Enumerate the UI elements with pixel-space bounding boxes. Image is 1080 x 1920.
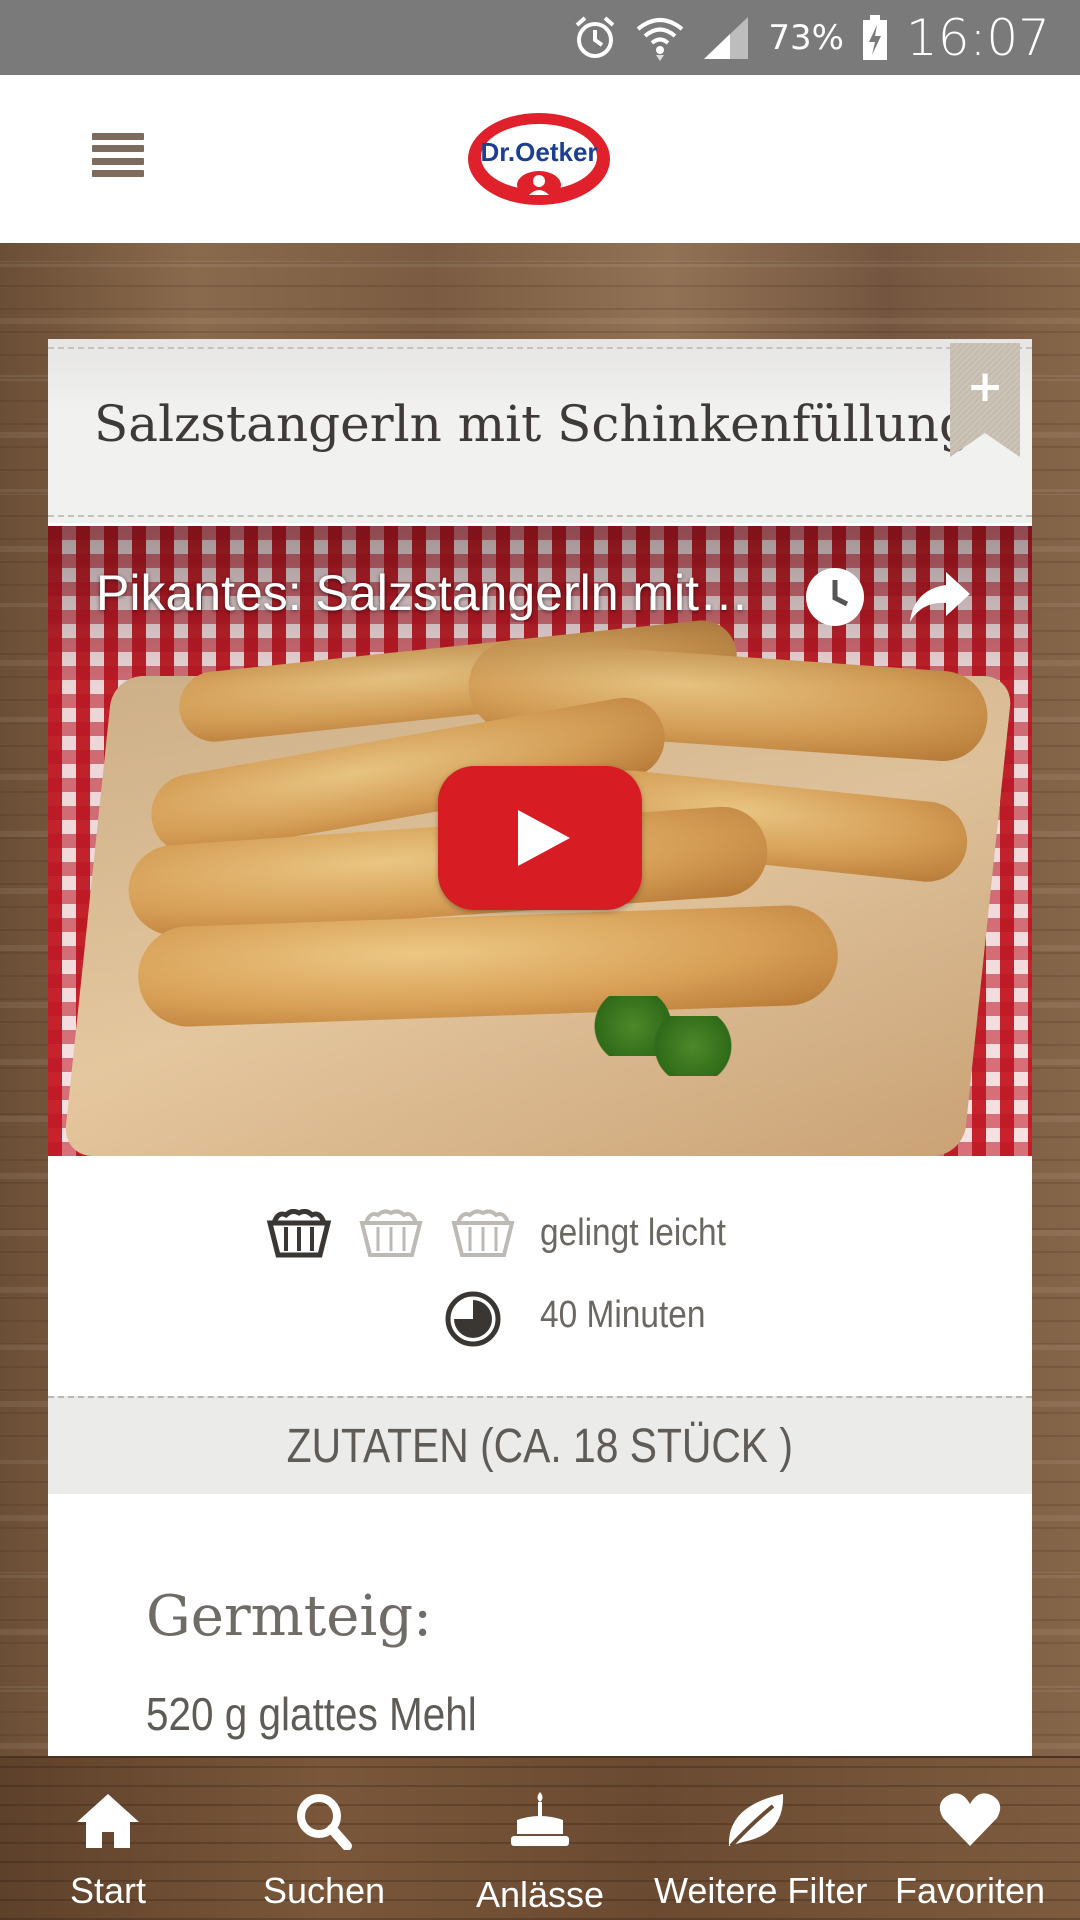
difficulty-rating (264, 1204, 540, 1264)
heart-icon (939, 1793, 1001, 1846)
nav-suchen[interactable]: Suchen (236, 1758, 412, 1920)
nav-anlaesse[interactable]: Anlässe (452, 1758, 628, 1920)
status-bar: 73% 16:07 (0, 0, 1080, 75)
svg-text:Dr.Oetker: Dr.Oetker (480, 137, 597, 167)
nav-anlaesse-label: Anlässe (475, 1874, 605, 1915)
recipe-info: gelingt leicht 40 Minuten (48, 1156, 1032, 1396)
home-icon (77, 1794, 139, 1848)
difficulty-label: gelingt leicht (540, 1212, 726, 1254)
divider (48, 515, 1032, 517)
nav-favoriten[interactable]: Favoriten (880, 1758, 1060, 1920)
battery-percent: 73% (768, 17, 844, 58)
play-icon (518, 810, 570, 866)
watch-later-clock-icon[interactable] (804, 566, 866, 628)
wifi-icon (636, 13, 684, 63)
cake-mold-icon-empty (359, 1209, 423, 1257)
plus-icon: + (966, 361, 1004, 412)
app-header: Dr.Oetker (0, 75, 1080, 243)
nav-start-label: Start (69, 1870, 147, 1911)
leaf-icon (728, 1794, 784, 1848)
ingredient-item: 520 g glattes Mehl (146, 1688, 477, 1740)
hamburger-menu-icon[interactable] (92, 133, 144, 177)
nav-suchen-label: Suchen (262, 1870, 386, 1911)
timer-icon (445, 1291, 501, 1347)
recipe-title: Salzstangerln mit Schinkenfüllung (94, 395, 971, 453)
cake-icon (511, 1792, 569, 1846)
nav-weitere-filter-label: Weitere Filter (654, 1870, 868, 1911)
recipe-title-bar: Salzstangerln mit Schinkenfüllung + (48, 339, 1032, 523)
share-arrow-icon[interactable] (908, 568, 972, 626)
alarm-icon (572, 13, 618, 63)
recipe-card: Salzstangerln mit Schinkenfüllung + Pika… (48, 339, 1032, 1756)
ingredients-header: ZUTATEN (CA. 18 STÜCK ) (48, 1396, 1032, 1494)
clock-time: 16:07 (905, 8, 1050, 67)
ingredient-section-title: Germteig: (146, 1584, 433, 1649)
nav-start[interactable]: Start (20, 1758, 196, 1920)
search-icon (297, 1794, 352, 1850)
bottom-navigation: Start Suchen Anlässe Weitere Filter Favo… (0, 1756, 1080, 1920)
ingredients-header-label: ZUTATEN (CA. 18 STÜCK ) (286, 1419, 794, 1473)
cake-mold-icon-empty (451, 1209, 515, 1257)
video-title: Pikantes: Salzstangerln mit… (96, 565, 750, 621)
dr-oetker-logo[interactable]: Dr.Oetker (466, 111, 612, 207)
add-favorite-bookmark-button[interactable]: + (950, 343, 1020, 457)
video-player[interactable]: Pikantes: Salzstangerln mit… (48, 526, 1032, 1156)
nav-favoriten-label: Favoriten (894, 1870, 1046, 1911)
play-button[interactable] (438, 766, 642, 910)
battery-charging-icon (862, 13, 888, 63)
nav-weitere-filter[interactable]: Weitere Filter (654, 1758, 868, 1920)
prep-time-label: 40 Minuten (540, 1294, 706, 1336)
cake-mold-icon-filled (266, 1209, 332, 1258)
signal-icon (702, 13, 750, 63)
divider (48, 347, 1032, 349)
